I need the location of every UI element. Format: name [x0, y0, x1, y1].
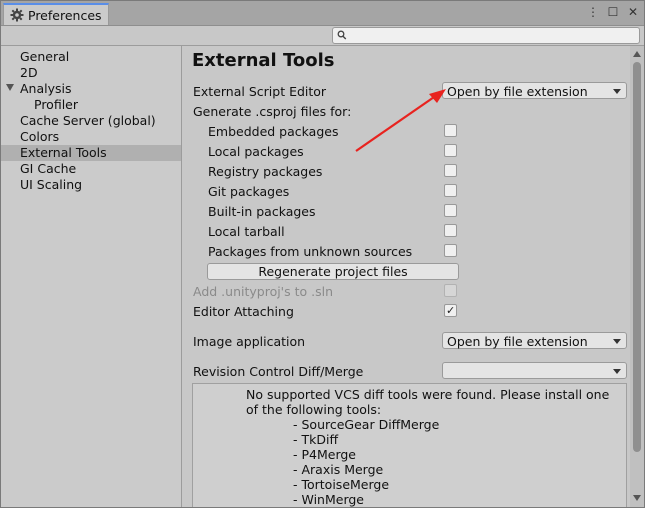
sidebar-item-label: External Tools: [20, 145, 107, 160]
search-icon: [337, 29, 347, 41]
revision-control-dropdown[interactable]: [442, 362, 627, 379]
unknown-sources-label: Packages from unknown sources: [208, 244, 413, 259]
vcs-tool-item: - Araxis Merge: [293, 462, 384, 477]
dropdown-value: Open by file extension: [447, 334, 588, 349]
sidebar-item-analysis[interactable]: Analysis: [1, 81, 181, 97]
built-in-packages-label: Built-in packages: [208, 204, 316, 219]
built-in-packages-checkbox[interactable]: [444, 204, 457, 217]
chevron-down-icon: [613, 89, 621, 94]
add-unityproj-checkbox: [444, 284, 457, 297]
tab-title: Preferences: [28, 7, 102, 23]
preferences-window: Preferences ⋮ ☐ ✕ General 2D Analysis Pr…: [0, 0, 645, 508]
registry-packages-label: Registry packages: [208, 164, 323, 179]
scrollbar-thumb[interactable]: [633, 62, 641, 452]
sidebar-item-general[interactable]: General: [1, 49, 181, 65]
scroll-up-icon[interactable]: [633, 51, 641, 57]
generate-csproj-label: Generate .csproj files for:: [193, 104, 352, 119]
sidebar-item-label: General: [20, 49, 70, 64]
window-controls: ⋮ ☐ ✕: [586, 5, 640, 19]
sidebar-item-label: Analysis: [20, 81, 72, 96]
gear-icon: [10, 8, 24, 22]
tab-preferences[interactable]: Preferences: [3, 3, 109, 25]
local-packages-label: Local packages: [208, 144, 304, 159]
checkmark-icon: ✓: [446, 304, 456, 317]
scroll-down-icon[interactable]: [633, 495, 641, 501]
git-packages-label: Git packages: [208, 184, 290, 199]
foldout-arrow-icon[interactable]: [6, 84, 14, 91]
vcs-info-box: No supported VCS diff tools were found. …: [192, 383, 627, 507]
close-icon[interactable]: ✕: [626, 5, 640, 19]
sidebar-item-label: Profiler: [34, 97, 79, 112]
sidebar-item-ui-scaling[interactable]: UI Scaling: [1, 177, 181, 193]
sidebar-item-external-tools[interactable]: External Tools: [1, 145, 181, 161]
content-panel: External Tools External Script Editor Op…: [182, 46, 630, 507]
vertical-scrollbar[interactable]: [630, 46, 644, 507]
vcs-tool-item: - TortoiseMerge: [293, 477, 390, 492]
chevron-down-icon: [613, 339, 621, 344]
sidebar-item-2d[interactable]: 2D: [1, 65, 181, 81]
tab-bar: Preferences ⋮ ☐ ✕: [1, 1, 644, 26]
local-tarball-label: Local tarball: [208, 224, 285, 239]
dropdown-value: Open by file extension: [447, 84, 588, 99]
external-script-editor-dropdown[interactable]: Open by file extension: [442, 82, 627, 99]
add-unityproj-label: Add .unityproj's to .sln: [193, 284, 334, 299]
editor-attaching-label: Editor Attaching: [193, 304, 294, 319]
vcs-tool-item: - WinMerge: [293, 492, 364, 507]
image-application-label: Image application: [193, 334, 306, 349]
embedded-packages-label: Embedded packages: [208, 124, 339, 139]
page-title: External Tools: [192, 50, 335, 71]
sidebar-item-cache-server[interactable]: Cache Server (global): [1, 113, 181, 129]
sidebar: General 2D Analysis Profiler Cache Serve…: [1, 46, 182, 507]
search-row: [1, 26, 644, 46]
local-packages-checkbox[interactable]: [444, 144, 457, 157]
image-application-dropdown[interactable]: Open by file extension: [442, 332, 627, 349]
sidebar-item-profiler[interactable]: Profiler: [1, 97, 181, 113]
registry-packages-checkbox[interactable]: [444, 164, 457, 177]
sidebar-item-label: Colors: [20, 129, 60, 144]
vcs-info-message: No supported VCS diff tools were found. …: [246, 387, 610, 417]
sidebar-item-colors[interactable]: Colors: [1, 129, 181, 145]
unknown-sources-checkbox[interactable]: [444, 244, 457, 257]
vcs-tool-item: - SourceGear DiffMerge: [293, 417, 440, 432]
sidebar-item-label: GI Cache: [20, 161, 77, 176]
search-input[interactable]: [332, 27, 640, 44]
local-tarball-checkbox[interactable]: [444, 224, 457, 237]
sidebar-item-label: UI Scaling: [20, 177, 83, 192]
sidebar-item-label: 2D: [20, 65, 38, 80]
maximize-icon[interactable]: ☐: [606, 5, 620, 19]
editor-attaching-checkbox[interactable]: ✓: [444, 304, 457, 317]
revision-control-label: Revision Control Diff/Merge: [193, 364, 364, 379]
more-options-icon[interactable]: ⋮: [586, 5, 600, 19]
git-packages-checkbox[interactable]: [444, 184, 457, 197]
external-script-editor-label: External Script Editor: [193, 84, 327, 99]
regenerate-project-files-button[interactable]: Regenerate project files: [207, 263, 459, 280]
chevron-down-icon: [613, 369, 621, 374]
sidebar-item-gi-cache[interactable]: GI Cache: [1, 161, 181, 177]
embedded-packages-checkbox[interactable]: [444, 124, 457, 137]
vcs-tool-item: - P4Merge: [293, 447, 356, 462]
vcs-tool-item: - TkDiff: [293, 432, 339, 447]
sidebar-item-label: Cache Server (global): [20, 113, 156, 128]
